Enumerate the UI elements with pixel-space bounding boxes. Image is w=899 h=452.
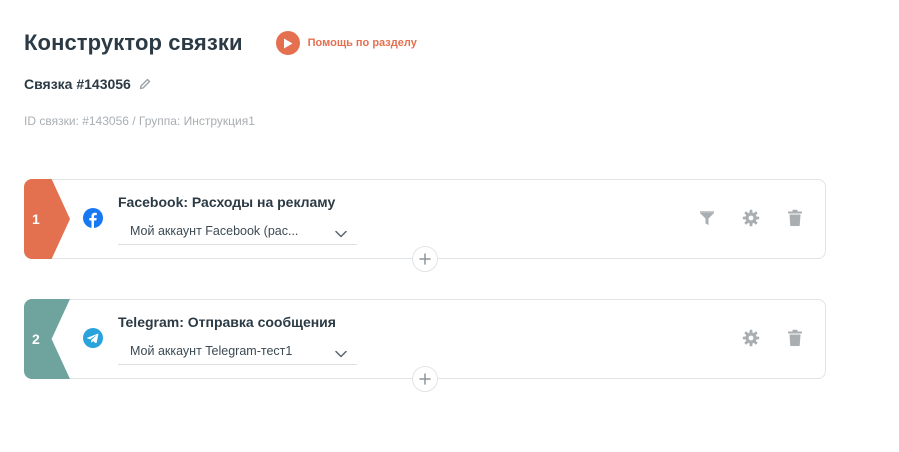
chevron-down-icon — [335, 225, 347, 243]
account-select-value: Мой аккаунт Telegram-тест1 — [130, 343, 293, 358]
step-title: Facebook: Расходы на рекламу — [118, 194, 336, 210]
gear-icon[interactable] — [741, 328, 761, 348]
step-actions — [741, 328, 805, 348]
account-select[interactable]: Мой аккаунт Facebook (рас... — [118, 217, 357, 245]
step-number: 2 — [32, 331, 40, 347]
help-link-label: Помощь по разделу — [307, 37, 417, 49]
step-card-1[interactable]: 1 Facebook: Расходы на рекламу Мой аккау… — [24, 179, 826, 272]
step-number: 1 — [32, 211, 40, 227]
play-icon — [275, 31, 300, 55]
step-title: Telegram: Отправка сообщения — [118, 314, 336, 330]
plus-icon — [419, 253, 431, 265]
link-name-row: Связка #143056 — [24, 76, 151, 92]
chevron-down-icon — [335, 345, 347, 363]
telegram-icon — [83, 328, 103, 348]
add-step-button[interactable] — [412, 246, 438, 272]
step-number-badge: 2 — [24, 299, 70, 379]
help-link[interactable]: Помощь по разделу — [275, 31, 417, 55]
trash-icon[interactable] — [785, 208, 805, 228]
step-number-badge: 1 — [24, 179, 70, 259]
step-card-2[interactable]: 2 Telegram: Отправка сообщения Мой аккау… — [24, 299, 826, 392]
facebook-icon — [83, 208, 103, 228]
link-meta: ID связки: #143056 / Группа: Инструкция1 — [24, 114, 255, 128]
step-actions — [697, 208, 805, 228]
pencil-icon[interactable] — [139, 78, 151, 90]
plus-icon — [419, 373, 431, 385]
add-step-button[interactable] — [412, 366, 438, 392]
page-header: Конструктор связки Помощь по разделу — [24, 30, 417, 56]
account-select-value: Мой аккаунт Facebook (рас... — [130, 223, 299, 238]
link-name: Связка #143056 — [24, 76, 131, 92]
page-title: Конструктор связки — [24, 30, 243, 55]
filter-icon[interactable] — [697, 208, 717, 228]
account-select[interactable]: Мой аккаунт Telegram-тест1 — [118, 337, 357, 365]
gear-icon[interactable] — [741, 208, 761, 228]
trash-icon[interactable] — [785, 328, 805, 348]
